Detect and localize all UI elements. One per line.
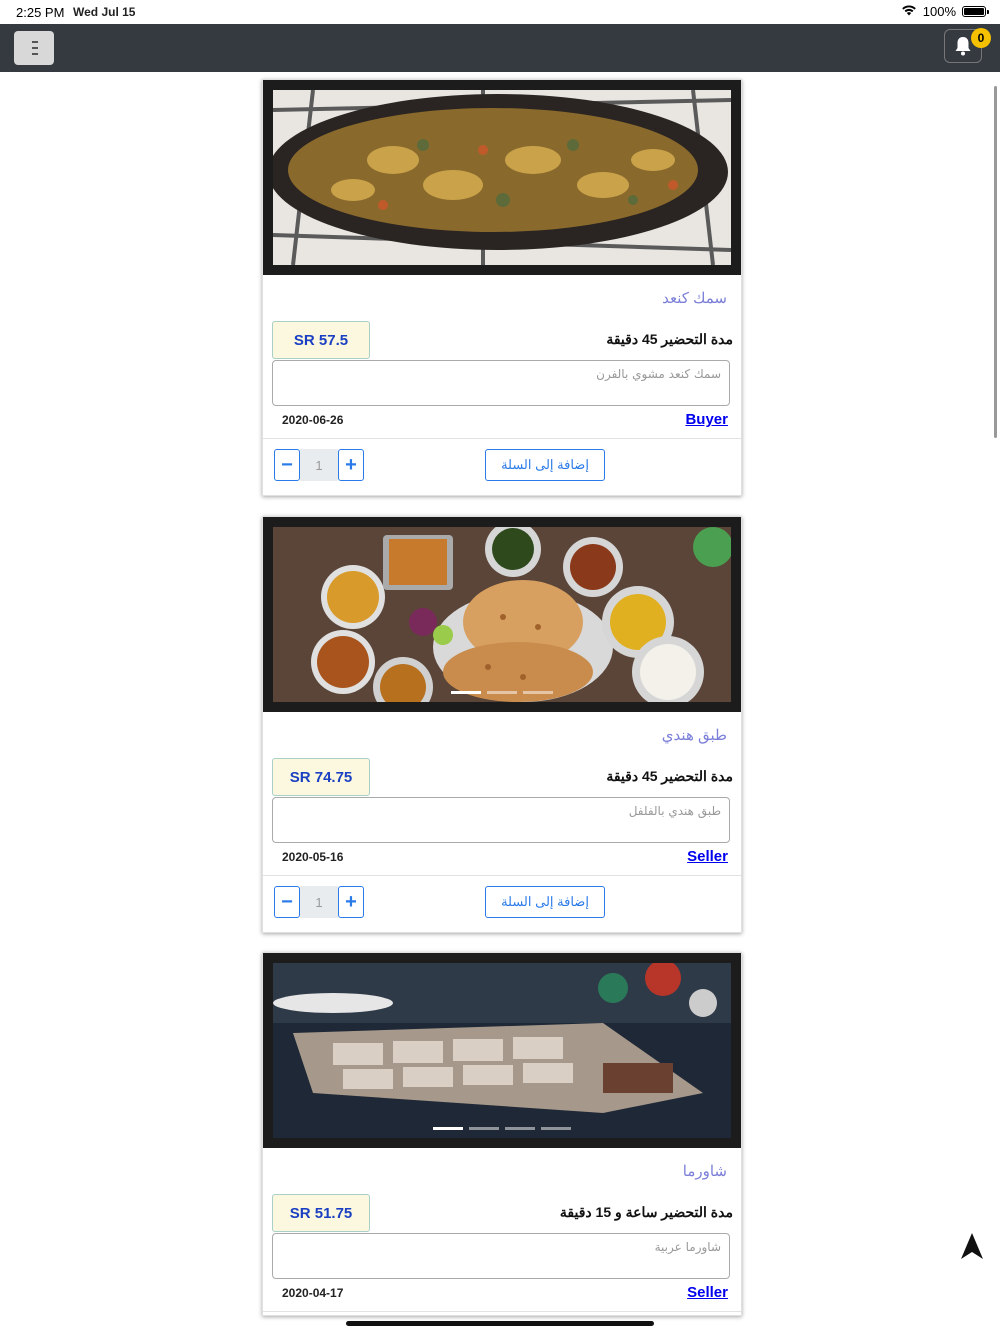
product-image-frame bbox=[263, 80, 741, 275]
carousel-dot[interactable] bbox=[433, 1127, 463, 1130]
carousel-dot[interactable] bbox=[487, 691, 517, 694]
plus-icon: + bbox=[345, 453, 357, 476]
battery-percent: 100% bbox=[922, 4, 956, 19]
status-right: 100% bbox=[901, 4, 989, 19]
role-link[interactable]: Buyer bbox=[685, 411, 728, 428]
quantity-value[interactable]: 1 bbox=[300, 886, 338, 918]
battery-icon bbox=[962, 6, 989, 17]
role-link[interactable]: Seller bbox=[687, 1284, 728, 1301]
product-card: شاورما SR 51.75 مدة التحضير ساعة و 15 دق… bbox=[262, 952, 742, 1316]
prep-time: مدة التحضير ساعة و 15 دقيقة bbox=[559, 1204, 733, 1220]
quantity-stepper: − 1 + bbox=[274, 449, 364, 481]
product-description: شاورما عربية bbox=[272, 1233, 730, 1279]
carousel-indicators bbox=[273, 1127, 731, 1130]
product-image[interactable] bbox=[273, 963, 731, 1138]
top-navbar: 0 bbox=[0, 24, 1000, 72]
status-time: 2:25 PM bbox=[16, 5, 65, 20]
divider bbox=[263, 875, 741, 876]
increase-button[interactable]: + bbox=[338, 449, 364, 481]
decrease-button[interactable]: − bbox=[274, 449, 300, 481]
notifications-button[interactable]: 0 bbox=[944, 28, 991, 63]
status-date: Wed Jul 15 bbox=[73, 5, 136, 19]
product-description: سمك كنعد مشوي بالفرن bbox=[272, 360, 730, 406]
quantity-value[interactable]: 1 bbox=[300, 449, 338, 481]
increase-button[interactable]: + bbox=[338, 886, 364, 918]
location-arrow-icon[interactable] bbox=[960, 1232, 984, 1265]
status-bar: 2:25 PM Wed Jul 15 100% bbox=[0, 0, 1000, 24]
plus-icon: + bbox=[345, 890, 357, 913]
scrollbar[interactable] bbox=[994, 86, 997, 438]
notification-badge: 0 bbox=[971, 28, 991, 48]
add-to-cart-button[interactable]: إضافة إلى السلة bbox=[485, 449, 605, 481]
carousel-dot[interactable] bbox=[469, 1127, 499, 1130]
price-badge: SR 51.75 bbox=[272, 1194, 370, 1232]
hamburger-icon bbox=[32, 41, 38, 55]
carousel-indicators bbox=[273, 691, 731, 694]
product-image[interactable] bbox=[273, 90, 731, 265]
divider bbox=[263, 438, 741, 439]
bell-icon bbox=[955, 37, 971, 56]
add-to-cart-button[interactable]: إضافة إلى السلة bbox=[485, 886, 605, 918]
product-card: طبق هندي SR 74.75 مدة التحضير 45 دقيقة ط… bbox=[262, 516, 742, 933]
product-date: 2020-05-16 bbox=[282, 850, 344, 864]
product-title[interactable]: سمك كنعد bbox=[662, 289, 727, 307]
quantity-stepper: − 1 + bbox=[274, 886, 364, 918]
minus-icon: − bbox=[281, 890, 293, 913]
home-indicator bbox=[346, 1321, 654, 1326]
product-body: شاورما SR 51.75 مدة التحضير ساعة و 15 دق… bbox=[263, 1148, 741, 1315]
product-date: 2020-06-26 bbox=[282, 413, 344, 427]
product-title[interactable]: شاورما bbox=[683, 1162, 727, 1180]
product-body: طبق هندي SR 74.75 مدة التحضير 45 دقيقة ط… bbox=[263, 712, 741, 932]
role-link[interactable]: Seller bbox=[687, 848, 728, 865]
product-image-frame bbox=[263, 517, 741, 712]
product-image-frame bbox=[263, 953, 741, 1148]
carousel-dot[interactable] bbox=[505, 1127, 535, 1130]
product-date: 2020-04-17 bbox=[282, 1286, 344, 1300]
wifi-icon bbox=[901, 4, 917, 19]
product-body: سمك كنعد SR 57.5 مدة التحضير 45 دقيقة سم… bbox=[263, 275, 741, 495]
menu-button[interactable] bbox=[14, 31, 54, 65]
product-image[interactable] bbox=[273, 527, 731, 702]
divider bbox=[263, 1311, 741, 1312]
carousel-dot[interactable] bbox=[523, 691, 553, 694]
carousel-dot[interactable] bbox=[541, 1127, 571, 1130]
product-title[interactable]: طبق هندي bbox=[662, 726, 727, 744]
carousel-dot[interactable] bbox=[451, 691, 481, 694]
price-badge: SR 74.75 bbox=[272, 758, 370, 796]
minus-icon: − bbox=[281, 453, 293, 476]
prep-time: مدة التحضير 45 دقيقة bbox=[606, 331, 733, 347]
prep-time: مدة التحضير 45 دقيقة bbox=[606, 768, 733, 784]
decrease-button[interactable]: − bbox=[274, 886, 300, 918]
product-card: سمك كنعد SR 57.5 مدة التحضير 45 دقيقة سم… bbox=[262, 79, 742, 496]
product-description: طبق هندي بالفلفل bbox=[272, 797, 730, 843]
price-badge: SR 57.5 bbox=[272, 321, 370, 359]
